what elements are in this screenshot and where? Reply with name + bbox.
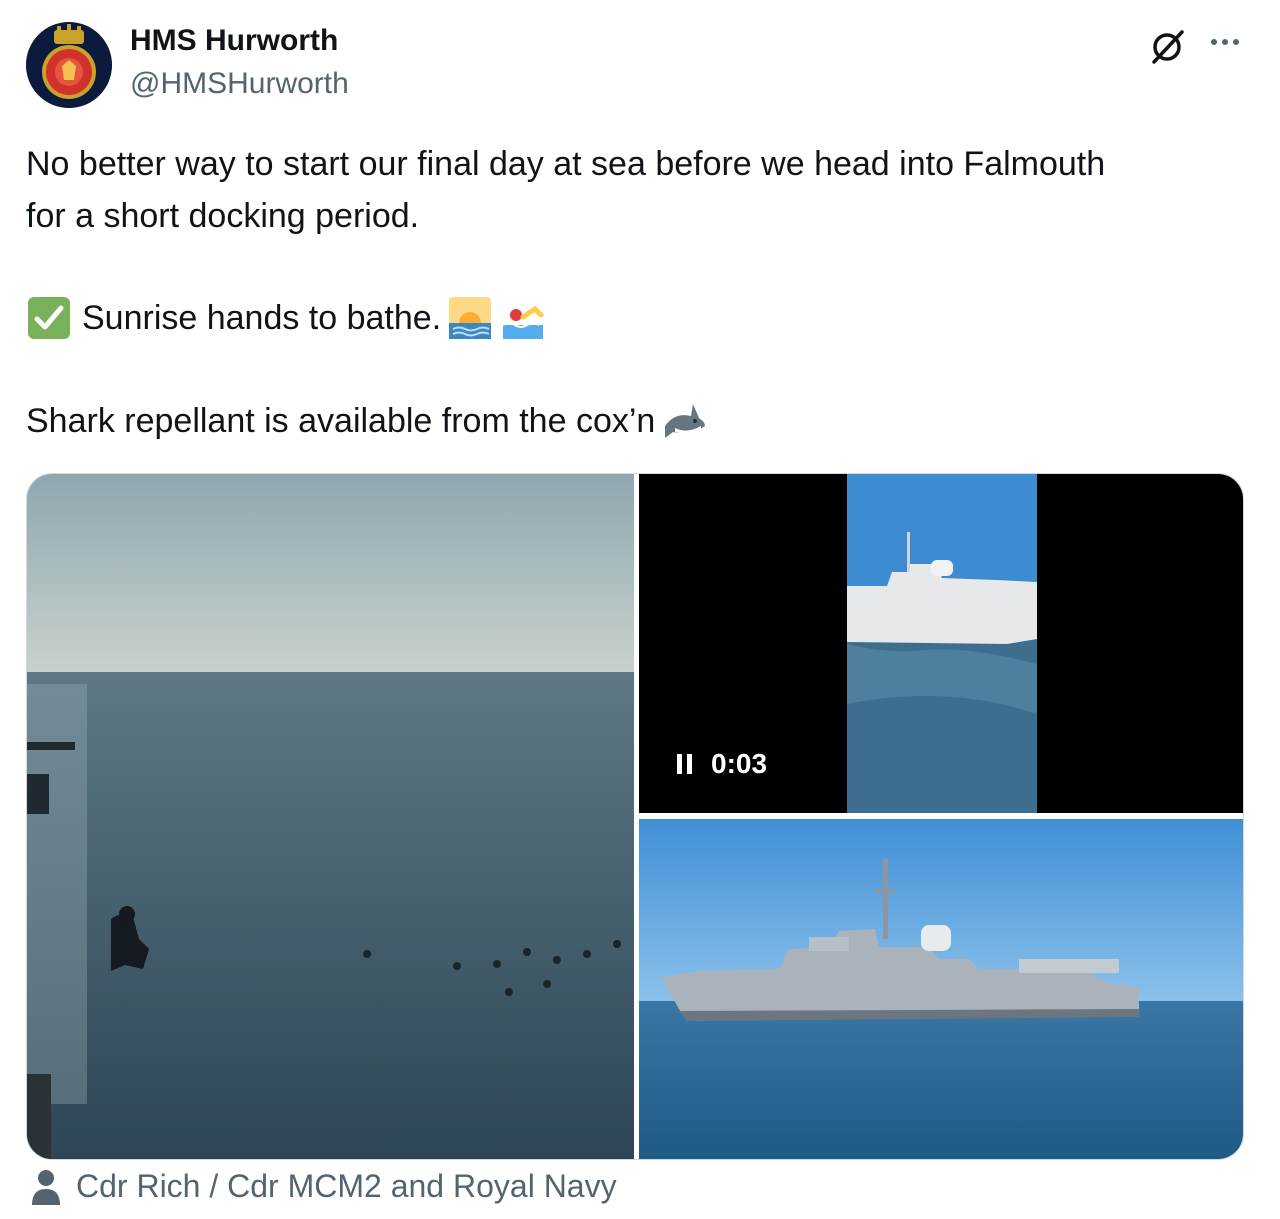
attribution-text: Cdr Rich / Cdr MCM2 and Royal Navy xyxy=(76,1168,617,1204)
photo-swim-jump[interactable] xyxy=(27,474,634,1159)
avatar[interactable] xyxy=(26,22,112,108)
swimmer-emoji-icon xyxy=(502,305,544,339)
tweet-text-line: Shark repellant is available from the co… xyxy=(26,395,707,447)
shark-emoji-icon xyxy=(665,404,706,438)
tweet-text-line: No better way to start our final day at … xyxy=(26,145,1106,183)
video-timer: 0:03 xyxy=(675,748,767,780)
check-mark-emoji-icon xyxy=(28,297,70,339)
media-grid: 0:03 xyxy=(26,473,1244,1160)
sunrise-emoji-icon xyxy=(449,297,492,339)
display-name[interactable]: HMS Hurworth xyxy=(130,24,338,58)
tweet-text-line: Sunrise hands to bathe. xyxy=(26,292,545,344)
photo-ship[interactable] xyxy=(639,819,1243,1159)
media-attribution[interactable]: Cdr Rich / Cdr MCM2 and Royal Navy xyxy=(30,1168,617,1205)
video-timer-text: 0:03 xyxy=(711,748,768,779)
more-icon[interactable] xyxy=(1205,24,1245,64)
handle[interactable]: @HMSHurworth xyxy=(130,67,349,101)
video-player[interactable]: 0:03 xyxy=(639,474,1243,813)
sea-photo-image xyxy=(27,474,634,1159)
ship-crest-icon xyxy=(26,22,112,108)
ship-photo-image xyxy=(639,819,1243,1159)
sunrise-bathe-text: Sunrise hands to bathe. xyxy=(82,299,442,337)
tweet-text-line: for a short docking period. xyxy=(26,197,420,235)
grok-icon[interactable] xyxy=(1148,26,1188,66)
shark-repellant-text: Shark repellant is available from the co… xyxy=(26,402,656,440)
pause-icon[interactable] xyxy=(675,752,695,776)
video-frame-image xyxy=(847,474,1037,813)
person-icon xyxy=(32,1169,60,1205)
